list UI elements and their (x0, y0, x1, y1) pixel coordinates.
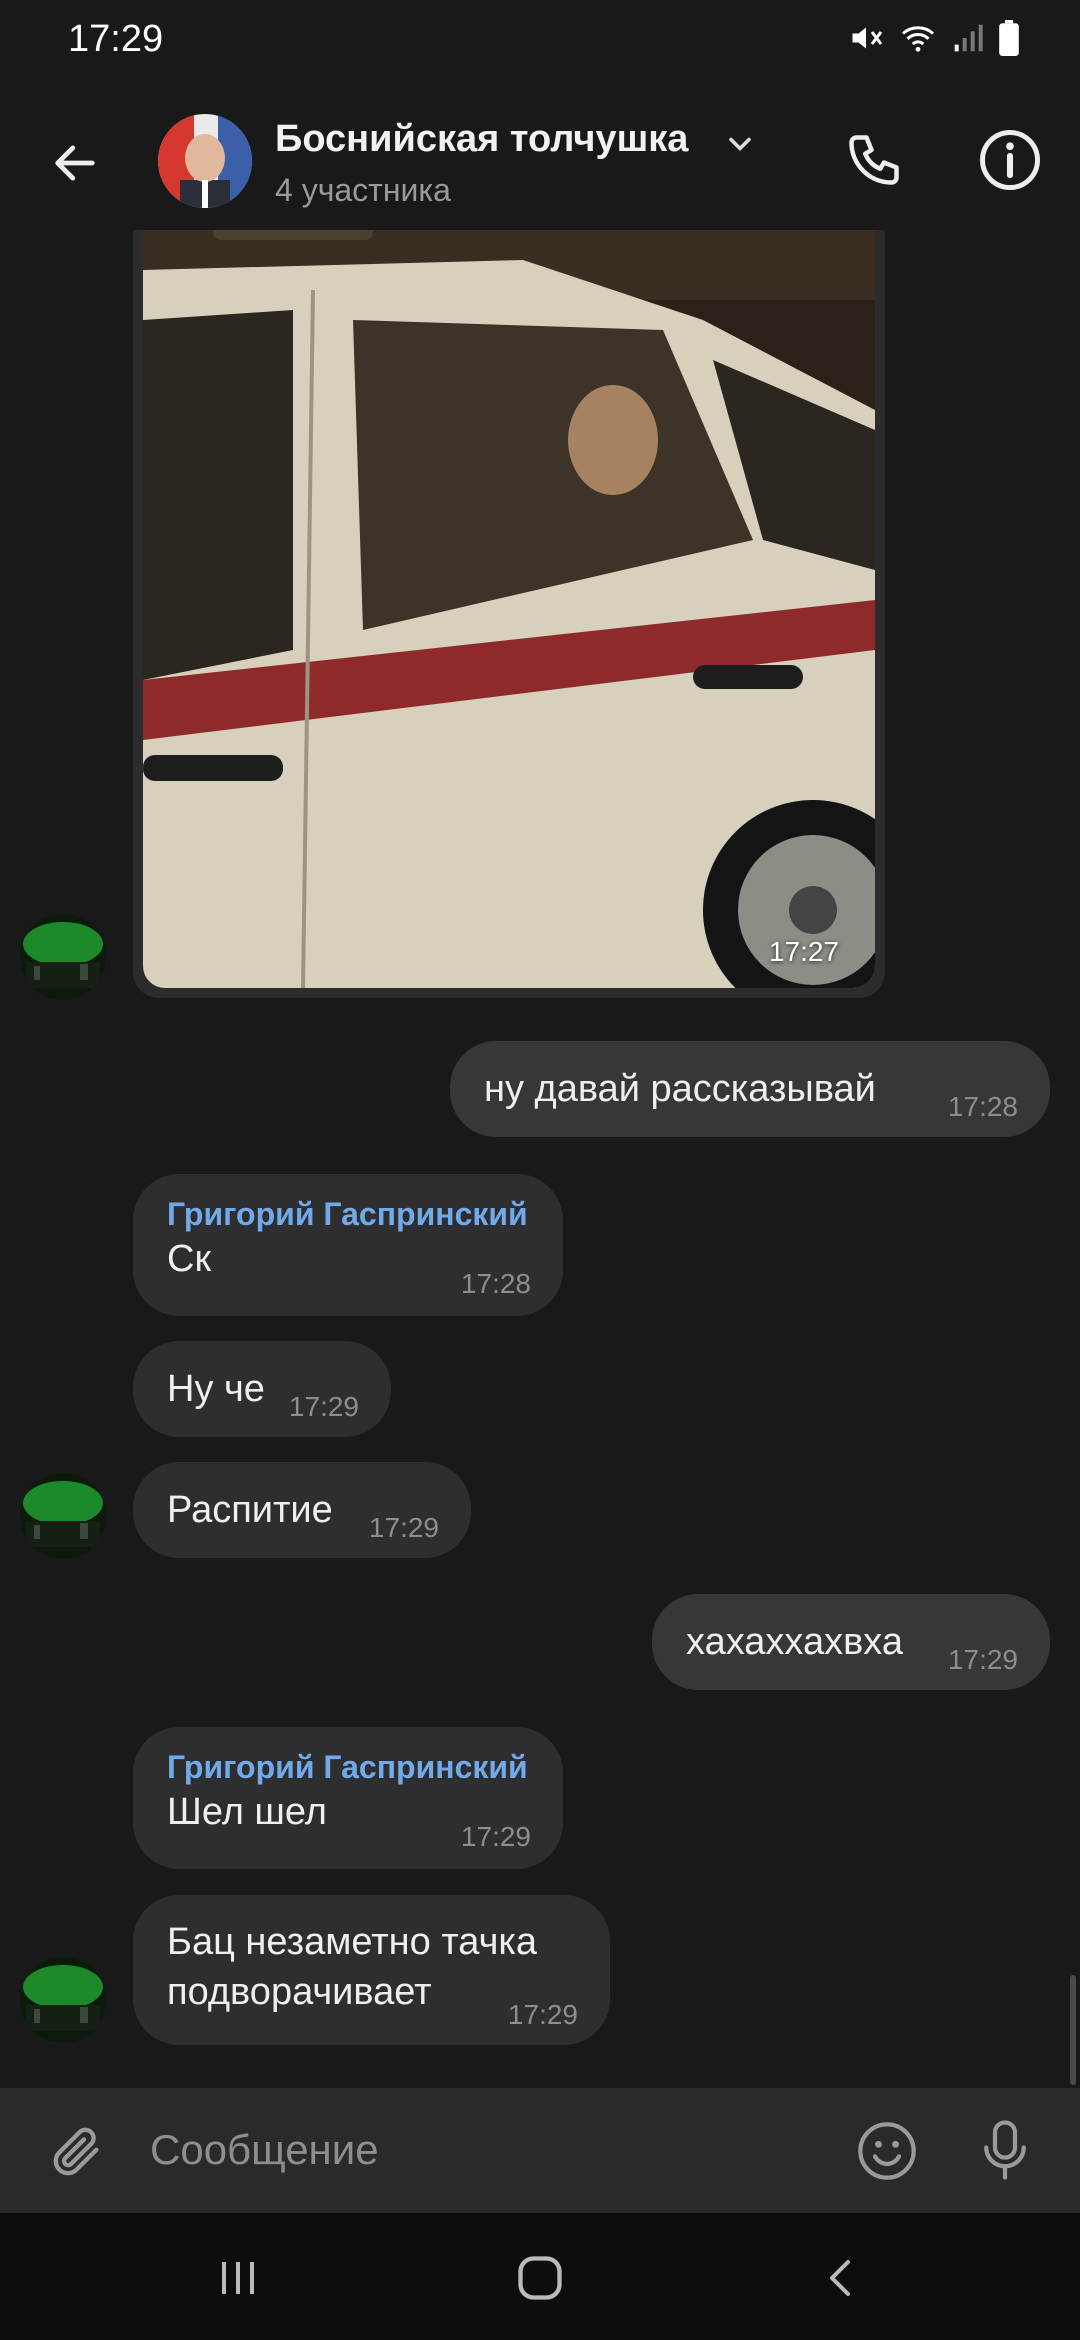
message-time: 17:28 (947, 1091, 1018, 1122)
battery-icon (999, 20, 1019, 56)
message-bubble-incoming[interactable]: Григорий Гаспринский Ск 17:28 (133, 1174, 563, 1316)
message-list[interactable]: 17:27 ну давай рассказывай 17:28 Григори… (0, 230, 1080, 2085)
recents-icon (222, 2262, 254, 2294)
info-button[interactable] (970, 120, 1050, 200)
emoji-button[interactable] (850, 2114, 924, 2188)
sender-name[interactable]: Григорий Гаспринский (167, 1747, 529, 1787)
message-time: 17:29 (947, 1644, 1018, 1675)
scrollbar[interactable] (1070, 1975, 1076, 2085)
signal-icon (954, 24, 983, 52)
message-time: 17:28 (460, 1268, 531, 1299)
home-icon (518, 2256, 562, 2300)
avatar-image (20, 1957, 106, 2043)
status-icons (848, 20, 1020, 56)
message-bubble-outgoing[interactable]: ну давай рассказывай 17:28 (450, 1041, 1050, 1137)
info-icon (980, 130, 1040, 190)
paperclip-icon (53, 2127, 99, 2176)
message-time: 17:29 (368, 1512, 439, 1543)
avatar-image (20, 1473, 106, 1559)
chat-title[interactable]: Боснийская толчушка (275, 118, 688, 161)
sender-avatar[interactable] (20, 914, 106, 1000)
sender-avatar[interactable] (20, 1957, 106, 2043)
phone-icon (849, 135, 899, 185)
message-time: 17:27 (768, 936, 839, 967)
message-bubble-outgoing[interactable]: хахаххахвха 17:29 (652, 1594, 1050, 1690)
attach-button[interactable] (42, 2116, 112, 2186)
chat-avatar[interactable] (158, 114, 252, 208)
avatar-image (158, 114, 252, 208)
message-time: 17:29 (288, 1391, 359, 1422)
status-bar: 17:29 (0, 0, 1080, 90)
message-time: 17:29 (460, 1821, 531, 1852)
message-input[interactable] (150, 2110, 830, 2190)
smiley-icon (858, 2122, 916, 2180)
nav-back-icon (830, 2260, 850, 2296)
chevron-down-icon[interactable] (722, 126, 758, 162)
message-bubble-incoming[interactable]: Григорий Гаспринский Шел шел 17:29 (133, 1727, 563, 1869)
home-button[interactable] (500, 2243, 580, 2313)
chat-header: Боснийская толчушка 4 участника (0, 100, 1080, 230)
message-composer (0, 2088, 1080, 2213)
participants-count: 4 участника (275, 172, 451, 208)
nav-back-button[interactable] (802, 2243, 882, 2313)
wifi-icon (902, 26, 934, 52)
sender-avatar[interactable] (20, 1473, 106, 1559)
photo-message[interactable]: 17:27 (133, 230, 885, 998)
photo-image (143, 230, 875, 988)
sender-name[interactable]: Григорий Гаспринский (167, 1194, 529, 1234)
arrow-left-icon (55, 145, 95, 181)
message-text: ну давай рассказывай (484, 1068, 876, 1110)
avatar-image (20, 914, 106, 1000)
system-nav-bar (0, 2213, 1080, 2340)
recents-button[interactable] (198, 2243, 278, 2313)
microphone-icon (984, 2120, 1026, 2180)
message-bubble-incoming[interactable]: Ну че 17:29 (133, 1341, 391, 1437)
microphone-button[interactable] (968, 2110, 1042, 2190)
message-time: 17:29 (507, 1999, 578, 2030)
message-bubble-incoming[interactable]: Бац незаметно тачка подворачивает 17:29 (133, 1895, 610, 2045)
call-button[interactable] (836, 122, 912, 198)
status-time: 17:29 (68, 18, 164, 60)
back-button[interactable] (40, 128, 110, 198)
car-photo[interactable]: 17:27 (143, 230, 875, 988)
mute-icon (852, 27, 883, 49)
message-bubble-incoming[interactable]: Распитие 17:29 (133, 1462, 471, 1558)
